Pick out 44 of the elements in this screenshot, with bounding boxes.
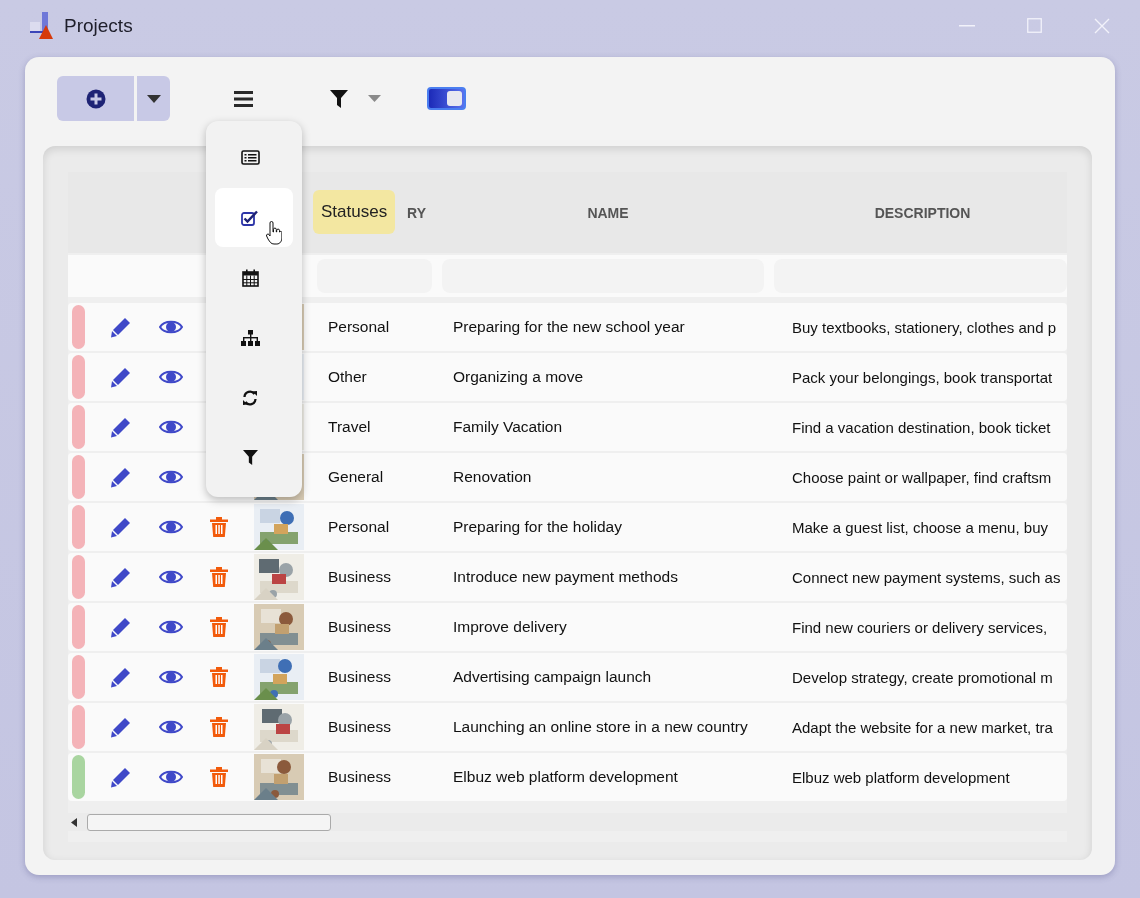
table-cell-text: Adapt the website for a new market, tra xyxy=(791,718,1054,736)
table-row[interactable]: Personal Preparing for the holiday Make a guest list, choose a menu, buy xyxy=(68,503,1067,551)
table-cell-text: Elbuz web platform development xyxy=(452,768,679,786)
column-header[interactable]: NAME xyxy=(438,204,778,221)
column-header[interactable]: DESCRIPTION xyxy=(778,204,1067,221)
table-cell-text: Connect new payment systems, such as xyxy=(791,568,1062,586)
table-cell-text: Develop strategy, create promotional m xyxy=(791,668,1054,686)
table-cell-text: Preparing for the new school year xyxy=(452,318,686,336)
table-row[interactable]: Business Improve delivery Find new couriers or delivery services, xyxy=(68,603,1067,651)
table-cell-text: Improve delivery xyxy=(452,618,568,636)
table-cell-text: Renovation xyxy=(452,468,533,486)
table-cell-text: Organizing a move xyxy=(452,368,585,386)
table-cell-text: Personal xyxy=(327,318,391,336)
table-row[interactable]: Business Launching an online store in a new country Adapt the website for a new market, tra xyxy=(68,703,1067,751)
table-cell-text: Business xyxy=(327,568,392,586)
tooltip: Statuses xyxy=(313,190,396,234)
table-row[interactable]: Other Organizing a move Pack your belongings, book transportat xyxy=(68,353,1067,401)
column-header[interactable]: RY xyxy=(407,204,438,221)
table-cell-text: Advertising campaign launch xyxy=(452,668,653,686)
table-cell-text: Business xyxy=(327,618,392,636)
table-cell-text: Business xyxy=(327,718,392,736)
table-cell-text: Make a guest list, choose a menu, buy xyxy=(791,518,1049,536)
table-cell-text: Family Vacation xyxy=(452,418,564,436)
table-cell-text: General xyxy=(327,468,385,486)
table-cell-text: Find a vacation destination, book ticket xyxy=(791,418,1052,436)
table-row[interactable]: Personal Preparing for the new school year Buy textbooks, stationery, clothes and p xyxy=(68,303,1067,351)
table-cell-text: Choose paint or wallpaper, find craftsm xyxy=(791,468,1053,486)
table-row[interactable]: Business Introduce new payment methods Connect new payment systems, such as xyxy=(68,553,1067,601)
table-cell-text: Business xyxy=(327,668,392,686)
table-cell-text: Other xyxy=(327,368,368,386)
table-cell-text: Find new couriers or delivery services, xyxy=(791,618,1049,636)
table-cell-text: Business xyxy=(327,768,392,786)
table-cell-text: Personal xyxy=(327,518,391,536)
table-row[interactable]: Business Advertising campaign launch Develop strategy, create promotional m xyxy=(68,653,1067,701)
window-title: Projects xyxy=(64,14,133,37)
table-cell-text: Introduce new payment methods xyxy=(452,568,679,586)
table-cell-text: Buy textbooks, stationery, clothes and p xyxy=(791,318,1058,336)
table-cell-text: Preparing for the holiday xyxy=(452,518,623,536)
table-row[interactable]: Business Elbuz web platform development Elbuz web platform development xyxy=(68,753,1067,801)
table-cell-text: Travel xyxy=(327,418,372,436)
table-row[interactable]: Travel Family Vacation Find a vacation destination, book ticket xyxy=(68,403,1067,451)
table-cell-text: Elbuz web platform development xyxy=(791,768,1011,786)
table-cell-text: Launching an online store in a new country xyxy=(452,718,749,736)
table-cell-text: Pack your belongings, book transportat xyxy=(791,368,1054,386)
